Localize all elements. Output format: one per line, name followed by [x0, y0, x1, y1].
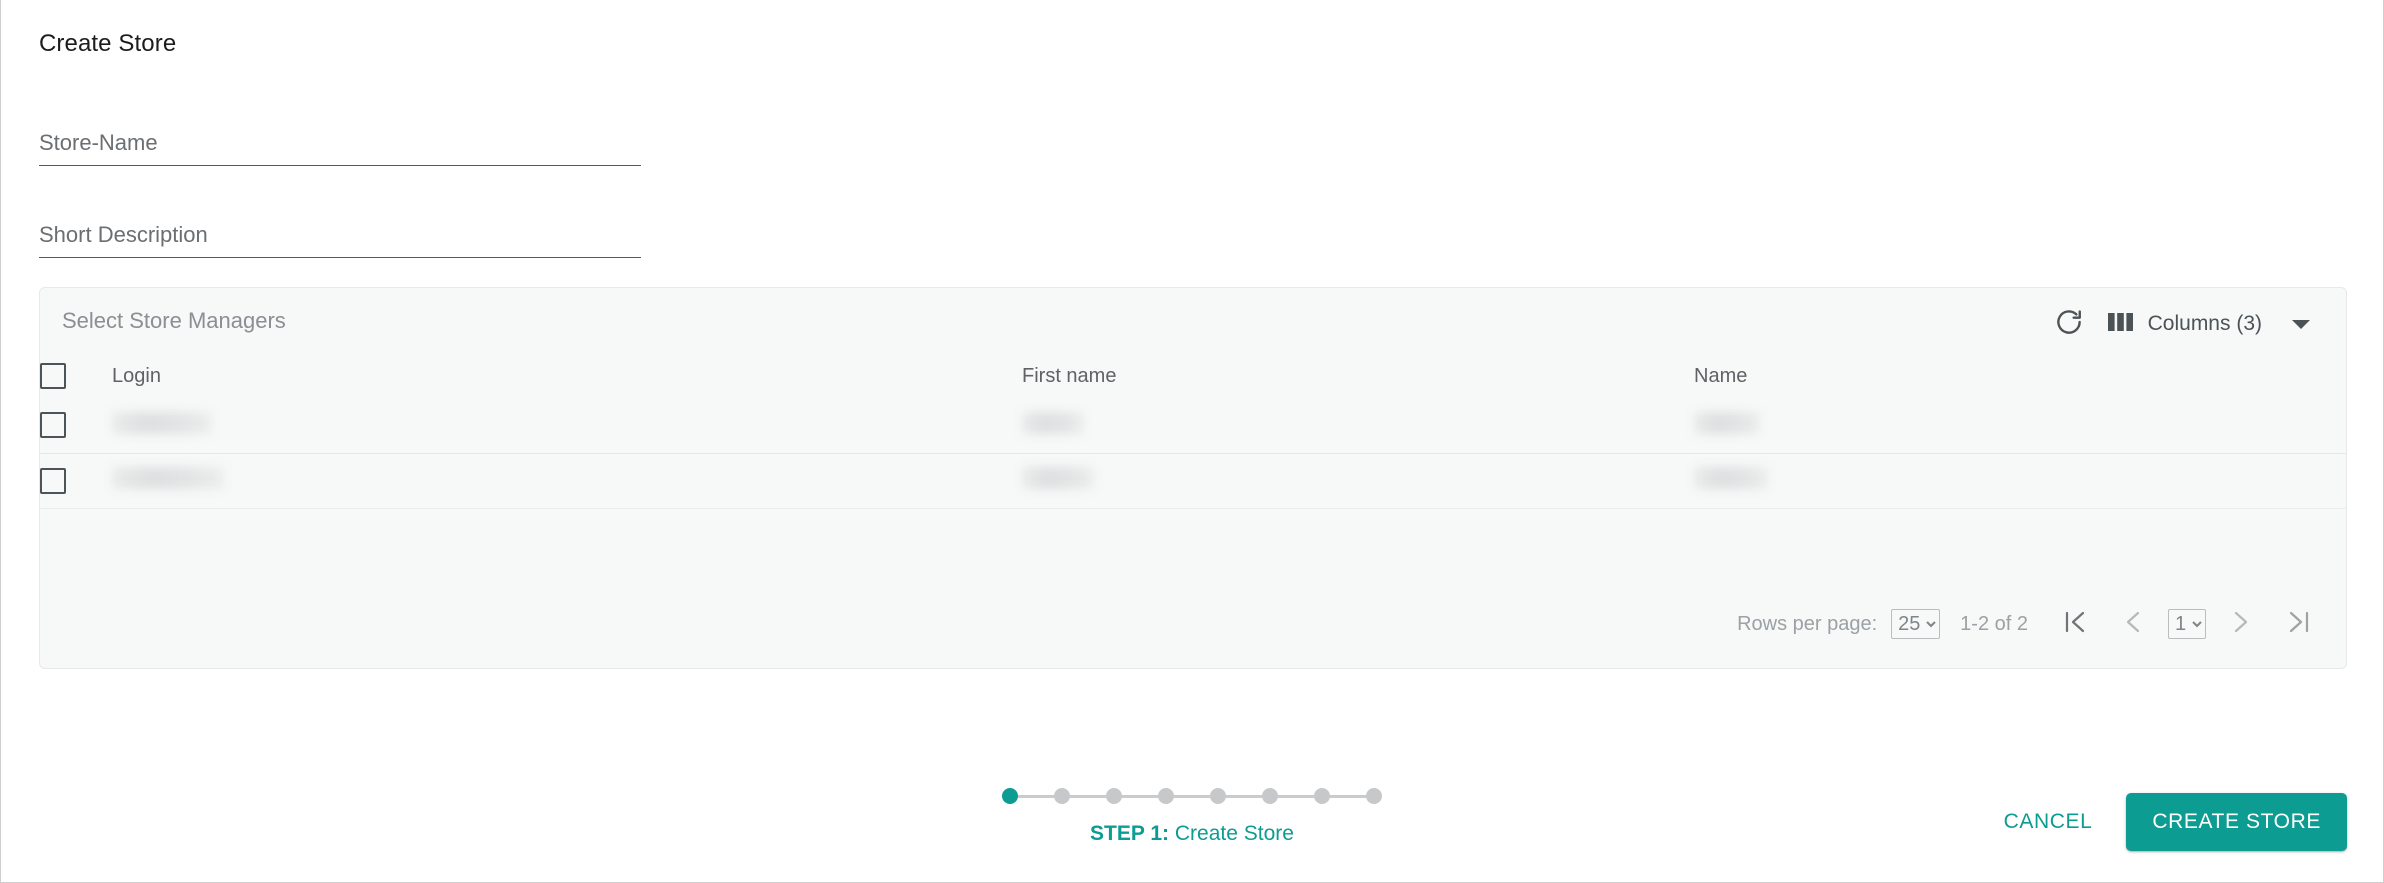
row-checkbox[interactable] — [40, 467, 66, 494]
next-page-icon — [2230, 609, 2252, 640]
select-all-checkbox[interactable] — [40, 363, 66, 389]
select-store-managers-panel: Select Store Managers Columns (3) Login … — [39, 287, 2347, 669]
table-row[interactable] — [40, 398, 2346, 454]
page-title: Create Store — [39, 30, 177, 57]
redacted-value — [1694, 467, 1768, 489]
panel-caption: Select Store Managers — [62, 308, 286, 333]
stepper-dot-7[interactable] — [1314, 788, 1330, 804]
next-page-button[interactable] — [2212, 600, 2270, 648]
cell-login — [112, 453, 1022, 509]
step-caption: STEP 1: Create Store — [1090, 822, 1294, 846]
column-header-name[interactable]: Name — [1694, 354, 2346, 398]
stepper-dot-3[interactable] — [1106, 788, 1122, 804]
stepper-dot-8[interactable] — [1366, 788, 1382, 804]
column-header-first-name[interactable]: First name — [1022, 354, 1694, 398]
step-name: Create Store — [1169, 822, 1294, 845]
cell-name — [1694, 453, 2346, 509]
redacted-value — [112, 467, 224, 489]
redacted-value — [112, 411, 212, 434]
page-number-select[interactable]: 1 — [2168, 609, 2206, 639]
panel-toolbar: Select Store Managers Columns (3) — [40, 288, 2346, 354]
step-prefix: STEP 1: — [1090, 822, 1170, 845]
first-page-icon — [2063, 609, 2087, 640]
page-select-wrap: 1 — [2168, 609, 2206, 639]
stepper-dot-2[interactable] — [1054, 788, 1070, 804]
cancel-button[interactable]: CANCEL — [1984, 796, 2113, 848]
stepper-connector — [1226, 794, 1262, 798]
stepper-connector — [1174, 794, 1210, 798]
last-page-icon — [2287, 609, 2311, 640]
stepper-dot-1[interactable] — [1002, 788, 1018, 804]
last-page-button[interactable] — [2270, 600, 2328, 648]
short-description-label: Short Description — [39, 222, 208, 247]
table-row[interactable] — [40, 453, 2346, 509]
short-description-field[interactable]: Short Description — [39, 222, 641, 258]
stepper-connector — [1018, 794, 1054, 798]
table-header-row: Login First name Name — [40, 354, 2346, 398]
stepper-dots — [1002, 788, 1382, 804]
stepper-connector — [1122, 794, 1158, 798]
store-managers-table: Login First name Name — [40, 354, 2346, 509]
cell-name — [1694, 398, 2346, 454]
rows-per-page-label: Rows per page: — [1737, 612, 1878, 635]
cell-login — [112, 398, 1022, 454]
select-all-header — [40, 354, 112, 398]
stepper-connector — [1330, 794, 1366, 798]
pagination-range-label: 1-2 of 2 — [1960, 612, 2028, 635]
redacted-value — [1022, 467, 1094, 489]
dialog-actions: CANCEL CREATE STORE — [1984, 793, 2347, 851]
stepper-dot-6[interactable] — [1262, 788, 1278, 804]
refresh-button[interactable] — [2044, 302, 2094, 346]
table-header: Login First name Name — [40, 354, 2346, 398]
row-checkbox[interactable] — [40, 412, 66, 439]
stepper-connector — [1070, 794, 1106, 798]
refresh-icon — [2054, 307, 2084, 342]
chevron-down-icon — [2292, 319, 2310, 329]
redacted-value — [1022, 411, 1084, 434]
stepper-dot-4[interactable] — [1158, 788, 1174, 804]
table-paginator: Rows per page: 25 1-2 of 2 1 — [40, 580, 2346, 668]
columns-button[interactable]: Columns (3) — [2094, 311, 2318, 338]
previous-page-icon — [2122, 609, 2144, 640]
cell-first-name — [1022, 398, 1694, 454]
store-name-field[interactable]: Store-Name — [39, 130, 641, 166]
stepper-dot-5[interactable] — [1210, 788, 1226, 804]
redacted-value — [1694, 411, 1760, 434]
create-store-dialog: Create Store Store-Name Short Descriptio… — [0, 0, 2384, 883]
row-select-cell — [40, 453, 112, 509]
store-name-label: Store-Name — [39, 130, 158, 155]
columns-label: Columns (3) — [2147, 312, 2262, 335]
toolbar-actions: Columns (3) — [2044, 302, 2318, 346]
first-page-button[interactable] — [2046, 600, 2104, 648]
column-header-login[interactable]: Login — [112, 354, 1022, 398]
rows-per-page-select[interactable]: 25 — [1891, 609, 1941, 639]
columns-icon — [2107, 311, 2134, 338]
row-select-cell — [40, 398, 112, 454]
stepper-connector — [1278, 794, 1314, 798]
create-store-button[interactable]: CREATE STORE — [2126, 793, 2347, 851]
previous-page-button[interactable] — [2104, 600, 2162, 648]
cell-first-name — [1022, 453, 1694, 509]
table-body — [40, 398, 2346, 509]
